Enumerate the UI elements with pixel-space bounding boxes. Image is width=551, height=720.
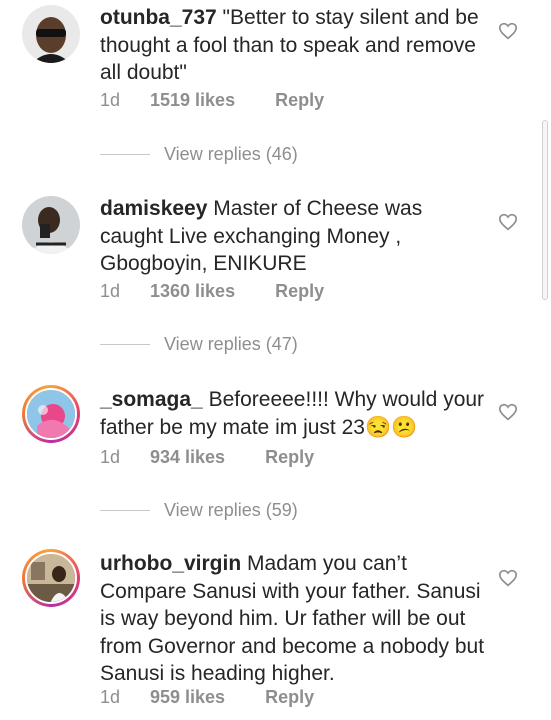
avatar[interactable] [22, 5, 80, 63]
comment-likes[interactable]: 934 likes [150, 447, 225, 468]
reply-button[interactable]: Reply [275, 281, 324, 302]
avatar-image [25, 552, 77, 604]
comment-meta: 1d 959 likes Reply [100, 687, 314, 708]
heart-outline-icon[interactable] [498, 569, 518, 587]
avatar[interactable] [22, 196, 80, 254]
avatar-image [25, 388, 77, 440]
view-replies-button[interactable]: View replies (59) [100, 500, 298, 521]
comment-time: 1d [100, 281, 121, 301]
comment-meta: 1d 1519 likes Reply [100, 90, 324, 111]
view-replies-label: View replies (46) [164, 144, 298, 164]
view-replies-button[interactable]: View replies (47) [100, 334, 298, 355]
view-replies-button[interactable]: View replies (46) [100, 144, 298, 165]
comment-meta: 1d 934 likes Reply [100, 447, 314, 468]
comment-username[interactable]: _somaga_ [100, 388, 203, 411]
comment-username[interactable]: otunba_737 [100, 6, 217, 29]
view-replies-label: View replies (47) [164, 334, 298, 354]
comment-text-block: otunba_737 "Better to stay silent and be… [100, 4, 490, 87]
comment-time: 1d [100, 687, 121, 707]
reply-button[interactable]: Reply [265, 687, 314, 708]
reply-button[interactable]: Reply [275, 90, 324, 111]
comment-meta: 1d 1360 likes Reply [100, 281, 324, 302]
comment-likes[interactable]: 959 likes [150, 687, 225, 708]
avatar[interactable] [22, 549, 80, 607]
comment-text-block: _somaga_ Beforeeee!!!! Why would your fa… [100, 386, 490, 441]
view-replies-label: View replies (59) [164, 500, 298, 520]
scrollbar[interactable] [542, 120, 548, 300]
comment-likes[interactable]: 1519 likes [150, 90, 235, 111]
heart-outline-icon[interactable] [498, 403, 518, 421]
divider-line [100, 344, 150, 345]
comment-username[interactable]: damiskeey [100, 197, 207, 220]
comment-likes[interactable]: 1360 likes [150, 281, 235, 302]
comment-time: 1d [100, 447, 121, 467]
comment-text-block: damiskeey Master of Cheese was caught Li… [100, 195, 490, 278]
heart-outline-icon[interactable] [498, 213, 518, 231]
divider-line [100, 510, 150, 511]
heart-outline-icon[interactable] [498, 22, 518, 40]
reply-button[interactable]: Reply [265, 447, 314, 468]
comment-time: 1d [100, 90, 121, 110]
avatar[interactable] [22, 385, 80, 443]
comment-text-block: urhobo_virgin Madam you can’t Compare Sa… [100, 550, 490, 688]
divider-line [100, 154, 150, 155]
comment-username[interactable]: urhobo_virgin [100, 552, 241, 575]
